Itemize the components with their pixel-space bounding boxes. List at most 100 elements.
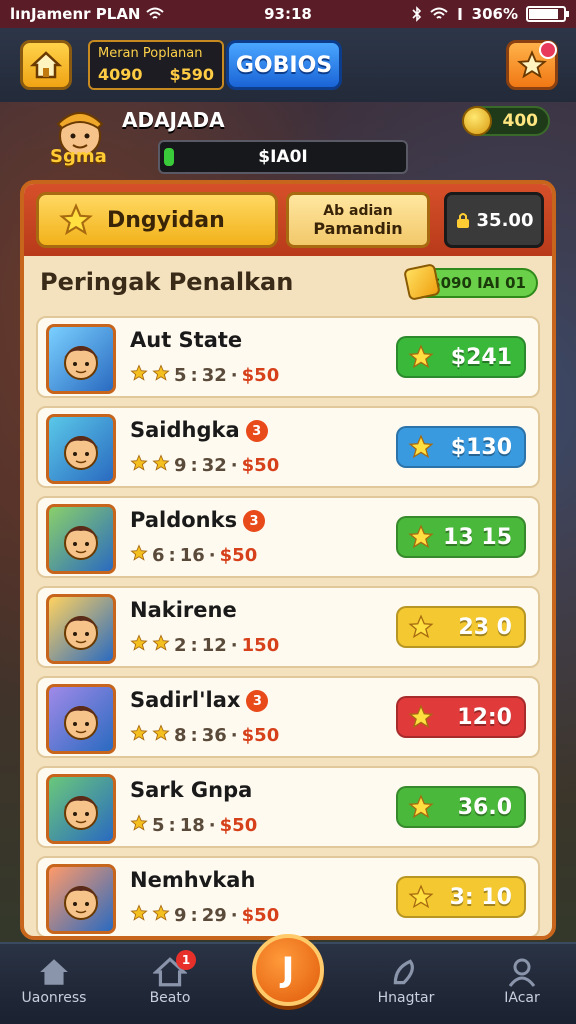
buy-button[interactable]: 36.0 (396, 786, 526, 828)
list-item[interactable]: Paldonks 3 6 : 16 · $50 13 15 (36, 496, 540, 578)
character-portrait (63, 796, 99, 830)
character-meta: 9 : 32 · $50 (130, 454, 279, 477)
bottom-nav: Uaonress Beato 1 J Hnagtar IAcar (0, 934, 576, 1024)
buy-button[interactable]: 3: 10 (396, 876, 526, 918)
coin-icon (462, 106, 492, 136)
gold-button[interactable]: GOBIOS (226, 40, 342, 90)
buy-button[interactable]: $241 (396, 336, 526, 378)
meta-prefix: 9 (174, 905, 187, 926)
price-value: 3: 10 (449, 884, 512, 910)
home-button[interactable] (20, 40, 72, 90)
rating-star-icon (152, 634, 170, 657)
character-meta: 6 : 16 · $50 (130, 544, 257, 567)
list-item[interactable]: Sark Gnpa 5 : 18 · $50 36.0 (36, 766, 540, 848)
rating-star-icon (130, 544, 148, 567)
player-title: ADAJADA (122, 108, 225, 132)
nav-hangar-label: Hnagtar (377, 990, 435, 1006)
top-bar: Meran Poplanan 4090 $590 GOBIOS (0, 28, 576, 102)
price-value: $241 (450, 344, 512, 370)
tab-secondary-line2: Pamandin (313, 218, 403, 238)
section-pill[interactable]: $090 IAI 01 (403, 263, 538, 301)
list-item[interactable]: Nakirene 2 : 12 · 150 23 0 (36, 586, 540, 668)
meta-price: $50 (241, 455, 280, 476)
score-right: $590 (169, 65, 214, 84)
meta-prefix: 5 (174, 365, 187, 386)
list-item[interactable]: Saidhgka 3 9 : 32 · $50 $130 (36, 406, 540, 488)
meta-prefix: 5 (152, 815, 165, 836)
character-name: Paldonks (130, 508, 238, 532)
panel-header: Dngyidan Ab adian Pamandin 35.00 (24, 184, 552, 256)
buy-button[interactable]: $130 (396, 426, 526, 468)
character-meta: 2 : 12 · 150 (130, 634, 279, 657)
tab-price-value: 35.00 (476, 209, 534, 231)
star-icon (408, 524, 434, 556)
rating-star-icon (152, 904, 170, 927)
nav-store-badge: 1 (176, 950, 196, 970)
price-value: 13 15 (443, 524, 512, 550)
gold-bar-icon (403, 263, 441, 301)
level-badge: 3 (246, 690, 269, 712)
nav-hangar[interactable]: Hnagtar (356, 954, 456, 1006)
level-badge: 3 (243, 510, 266, 532)
rating-star-icon (152, 364, 170, 387)
level-badge: 3 (245, 420, 268, 442)
tab-secondary[interactable]: Ab adian Pamandin (286, 192, 430, 248)
home-icon (40, 959, 68, 985)
xp-value: $IA0I (258, 147, 308, 167)
star-icon (408, 344, 434, 376)
list-item[interactable]: Nemhvkah 9 : 29 · $50 3: 10 (36, 856, 540, 936)
xp-fill (164, 148, 174, 166)
character-avatar (46, 504, 116, 574)
rating-star-icon (152, 454, 170, 477)
character-name: Sadirl'lax (130, 688, 241, 712)
meta-prefix: 8 (174, 725, 187, 746)
buy-button[interactable]: 23 0 (396, 606, 526, 648)
buy-button[interactable]: 12:0 (396, 696, 526, 738)
tab-price[interactable]: 35.00 (444, 192, 544, 248)
nav-store-label: Beato (149, 990, 191, 1006)
nav-store[interactable]: Beato 1 (120, 950, 220, 1006)
character-meta: 5 : 18 · $50 (130, 814, 257, 837)
character-portrait (63, 886, 99, 920)
meta-price: 150 (241, 635, 280, 656)
player-tag: Sgma (50, 146, 107, 167)
tab-active[interactable]: Dngyidan (36, 192, 278, 248)
list-item[interactable]: Aut State 5 : 32 · $50 $241 (36, 316, 540, 398)
favorites-button[interactable] (506, 40, 558, 90)
list-item[interactable]: Sadirl'lax 3 8 : 36 · $50 12:0 (36, 676, 540, 758)
meta-time: 12 (201, 635, 227, 656)
star-icon (408, 614, 434, 646)
section-title: Peringak Penalkan (40, 268, 294, 296)
meta-time: 36 (201, 725, 227, 746)
buy-button[interactable]: 13 15 (396, 516, 526, 558)
character-avatar (46, 594, 116, 664)
tab-active-label: Dngyidan (107, 207, 225, 233)
coin-balance[interactable]: 400 (462, 106, 550, 136)
nav-account-label: IAcar (504, 990, 540, 1006)
character-avatar (46, 414, 116, 484)
score-box: Meran Poplanan 4090 $590 (88, 40, 224, 90)
character-avatar (46, 774, 116, 844)
home-icon (30, 51, 62, 79)
nav-home[interactable]: Uaonress (4, 954, 104, 1006)
battery-icon (526, 6, 569, 22)
character-name: Nemhvkah (130, 868, 256, 892)
character-name: Sark Gnpa (130, 778, 253, 802)
play-button[interactable]: J (252, 934, 324, 1006)
meta-time: 32 (201, 455, 227, 476)
notification-dot (539, 41, 557, 59)
rocket-icon (393, 959, 414, 985)
rating-star-icon (130, 814, 148, 837)
xp-bar: $IA0I (158, 140, 408, 174)
character-avatar (46, 864, 116, 934)
star-icon (408, 434, 434, 466)
character-name: Nakirene (130, 598, 237, 622)
meta-prefix: 9 (174, 455, 187, 476)
nav-account[interactable]: IAcar (472, 954, 572, 1006)
character-name: Saidhgka (130, 418, 240, 442)
rating-star-icon (130, 904, 148, 927)
star-icon (408, 704, 434, 736)
price-value: $130 (450, 434, 512, 460)
shop-panel: Dngyidan Ab adian Pamandin 35.00 Peringa… (20, 180, 556, 940)
tab-secondary-line1: Ab adian (323, 202, 393, 219)
